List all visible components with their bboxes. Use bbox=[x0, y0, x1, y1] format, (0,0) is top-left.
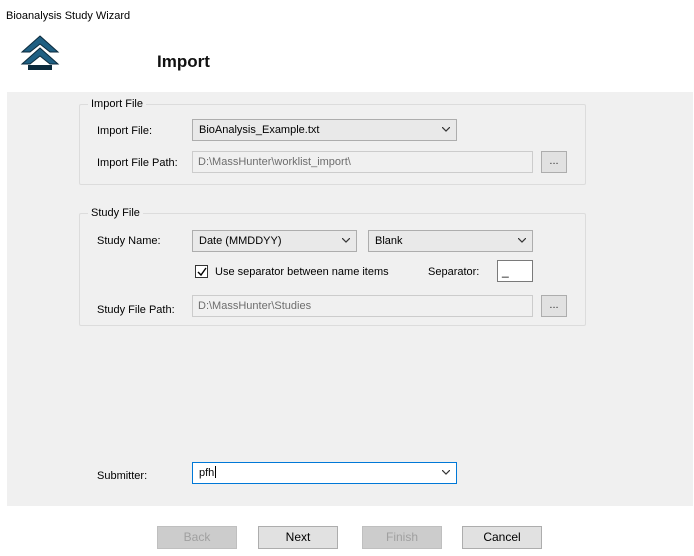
import-file-path-field[interactable]: D:\MassHunter\worklist_import\ bbox=[192, 151, 533, 173]
study-file-path-label: Study File Path: bbox=[97, 304, 175, 316]
chevron-down-icon bbox=[442, 470, 450, 475]
finish-button[interactable]: Finish bbox=[362, 526, 442, 549]
chevron-down-icon bbox=[518, 238, 526, 243]
use-separator-checkbox[interactable] bbox=[195, 265, 208, 278]
separator-label: Separator: bbox=[428, 266, 480, 278]
study-name-part1-dropdown[interactable]: Date (MMDDYY) bbox=[192, 230, 357, 252]
study-name-part1-value: Date (MMDDYY) bbox=[199, 235, 282, 247]
study-file-path-field[interactable]: D:\MassHunter\Studies bbox=[192, 295, 533, 317]
double-chevron-up-icon bbox=[20, 35, 60, 70]
study-name-part2-value: Blank bbox=[375, 235, 403, 247]
use-separator-label[interactable]: Use separator between name items bbox=[215, 266, 389, 278]
chevron-down-icon bbox=[342, 238, 350, 243]
import-file-path-label: Import File Path: bbox=[97, 157, 178, 169]
import-file-value: BioAnalysis_Example.txt bbox=[199, 124, 320, 136]
study-browse-button[interactable]: ... bbox=[541, 295, 567, 317]
import-file-label: Import File: bbox=[97, 125, 153, 137]
wizard-button-bar bbox=[7, 506, 693, 556]
import-browse-button[interactable]: ... bbox=[541, 151, 567, 173]
study-name-label: Study Name: bbox=[97, 235, 161, 247]
next-button[interactable]: Next bbox=[258, 526, 338, 549]
page-title: Import bbox=[157, 52, 210, 71]
submitter-combobox[interactable]: pfh bbox=[192, 462, 457, 484]
window-title: Bioanalysis Study Wizard bbox=[6, 10, 131, 22]
submitter-value: pfh bbox=[199, 467, 215, 479]
import-file-dropdown[interactable]: BioAnalysis_Example.txt bbox=[192, 119, 457, 141]
cancel-button[interactable]: Cancel bbox=[462, 526, 542, 549]
separator-input[interactable]: _ bbox=[497, 260, 533, 282]
chevron-down-icon bbox=[442, 127, 450, 132]
text-caret bbox=[215, 466, 217, 478]
import-file-legend: Import File bbox=[91, 98, 143, 110]
checkmark-icon bbox=[197, 267, 207, 277]
submitter-label: Submitter: bbox=[97, 470, 148, 482]
back-button[interactable]: Back bbox=[157, 526, 237, 549]
study-name-part2-dropdown[interactable]: Blank bbox=[368, 230, 533, 252]
study-file-legend: Study File bbox=[91, 207, 140, 219]
